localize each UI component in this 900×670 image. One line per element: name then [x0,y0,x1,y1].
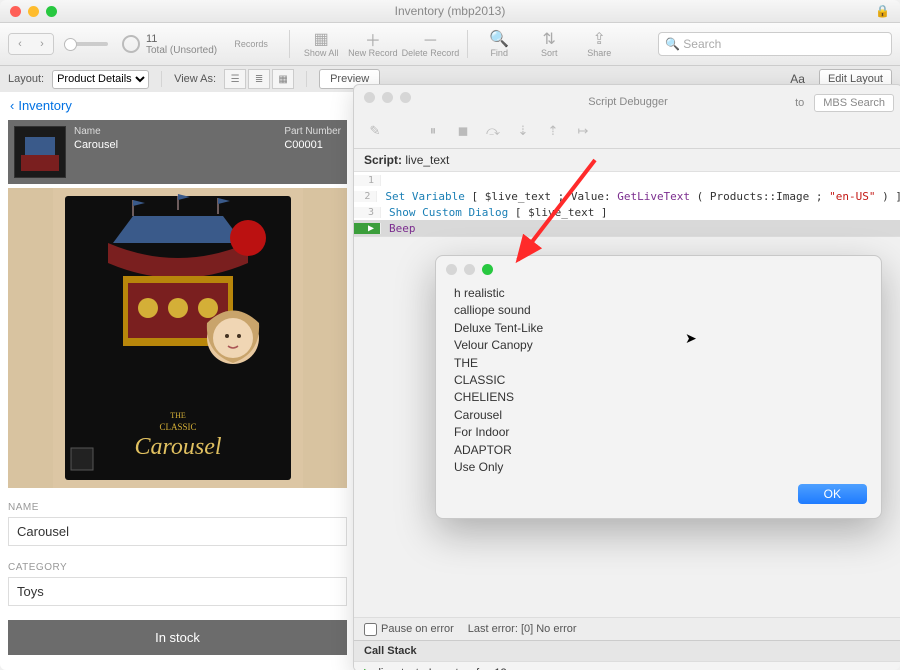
product-image: THE CLASSIC Carousel [53,188,303,488]
edit-icon[interactable]: ✎ [364,122,386,140]
minus-icon: － [421,30,439,48]
stop-icon[interactable]: ◼ [452,122,474,140]
search-input[interactable]: 🔍 Search [658,32,892,56]
dialog-traffic-lights[interactable] [446,264,881,275]
main-toolbar: ‹ › 11 Total (Unsorted) Records ▦Show Al… [0,23,900,66]
pause-bar: Pause on error Last error: [0] No error [354,617,900,640]
view-form-icon[interactable]: ☰ [224,69,246,89]
view-table-icon[interactable]: ▦ [272,69,294,89]
pause-on-error-checkbox[interactable]: Pause on error [364,623,454,636]
window-title: Inventory (mbp2013) [0,4,900,18]
to-label: to [795,97,804,109]
nav-back-icon[interactable]: ‹ [9,34,31,54]
name-field-label: NAME [8,502,347,513]
script-code[interactable]: 1 2Set Variable [ $live_text ; Value: Ge… [354,172,900,237]
plus-icon: ＋ [364,30,382,48]
layout-select[interactable]: Product Details [52,70,149,89]
view-list-icon[interactable]: ≣ [248,69,270,89]
viewas-label: View As: [174,73,216,85]
viewas-group[interactable]: ☰ ≣ ▦ [224,69,294,89]
step-into-icon[interactable]: ⇣ [512,122,534,140]
divider [306,71,307,87]
detail-pane: ‹ Inventory Name Carousel Part Number C0… [0,92,355,670]
minimize-icon[interactable] [464,264,475,275]
total-label: Total (Unsorted) [146,45,217,56]
script-name-bar: Script: live_text [354,149,900,172]
divider [289,30,290,58]
step-over-icon[interactable]: ⤼ [482,122,504,140]
share-icon: ⇪ [590,30,608,48]
run-icon[interactable]: ↦ [572,122,594,140]
part-label: Part Number [284,126,341,137]
total-count: 11 [146,33,217,45]
category-field-label: CATEGORY [8,562,347,573]
call-stack-row[interactable]: ▶live_text - Inventory.fmp12 [354,662,900,670]
category-field[interactable]: Toys [8,577,347,606]
stock-button[interactable]: In stock [8,620,347,655]
record-total: 11 Total (Unsorted) [122,33,217,56]
record-slider[interactable] [64,42,108,46]
record-header: Name Carousel Part Number C00001 [8,120,347,184]
nav-buttons[interactable]: ‹ › [8,33,54,55]
show-all-button[interactable]: ▦Show All [298,26,344,62]
grid-icon: ▦ [312,30,330,48]
debugger-toolbar: ✎ ⏸ ◼ ⤼ ⇣ ⇡ ↦ [354,114,900,149]
lock-icon: 🔒 [875,4,890,18]
name-field[interactable]: Carousel [8,517,347,546]
record-thumbnail [14,126,66,178]
records-label: Records [221,26,281,62]
custom-dialog: h realistic calliope sound Deluxe Tent-L… [435,255,882,519]
cursor-icon: ➤ [685,330,697,347]
call-stack: Call Stack ▶live_text - Inventory.fmp12 [354,640,900,670]
dialog-text: h realistic calliope sound Deluxe Tent-L… [436,281,881,484]
mbs-search-button[interactable]: MBS Search [814,94,894,112]
pause-icon[interactable]: ⏸ [422,122,444,140]
last-error: Last error: [0] No error [468,623,577,635]
share-button[interactable]: ⇪Share [576,26,622,62]
divider [467,30,468,58]
name-label: Name [74,126,118,137]
delete-record-button[interactable]: －Delete Record [402,26,460,62]
svg-text:Carousel: Carousel [134,434,221,460]
back-link[interactable]: ‹ Inventory [0,92,355,118]
product-photo: THE CLASSIC Carousel [8,188,347,488]
part-value: C00001 [284,139,341,151]
play-icon: ▶ [364,666,372,670]
step-out-icon[interactable]: ⇡ [542,122,564,140]
nav-forward-icon[interactable]: › [31,34,53,54]
ok-button[interactable]: OK [798,484,867,504]
search-icon: 🔍 [490,30,508,48]
sort-button[interactable]: ⇅Sort [526,26,572,62]
find-button[interactable]: 🔍Find [476,26,522,62]
window-titlebar: Inventory (mbp2013) 🔒 [0,0,900,23]
layout-label: Layout: [8,73,44,85]
divider [161,71,162,87]
new-record-button[interactable]: ＋New Record [348,26,398,62]
name-value: Carousel [74,139,118,151]
sort-icon: ⇅ [540,30,558,48]
zoom-icon[interactable] [482,264,493,275]
call-stack-header: Call Stack [354,640,900,662]
close-icon[interactable] [446,264,457,275]
pie-icon [122,35,140,53]
svg-text:THE: THE [170,411,186,420]
svg-text:CLASSIC: CLASSIC [159,422,196,432]
